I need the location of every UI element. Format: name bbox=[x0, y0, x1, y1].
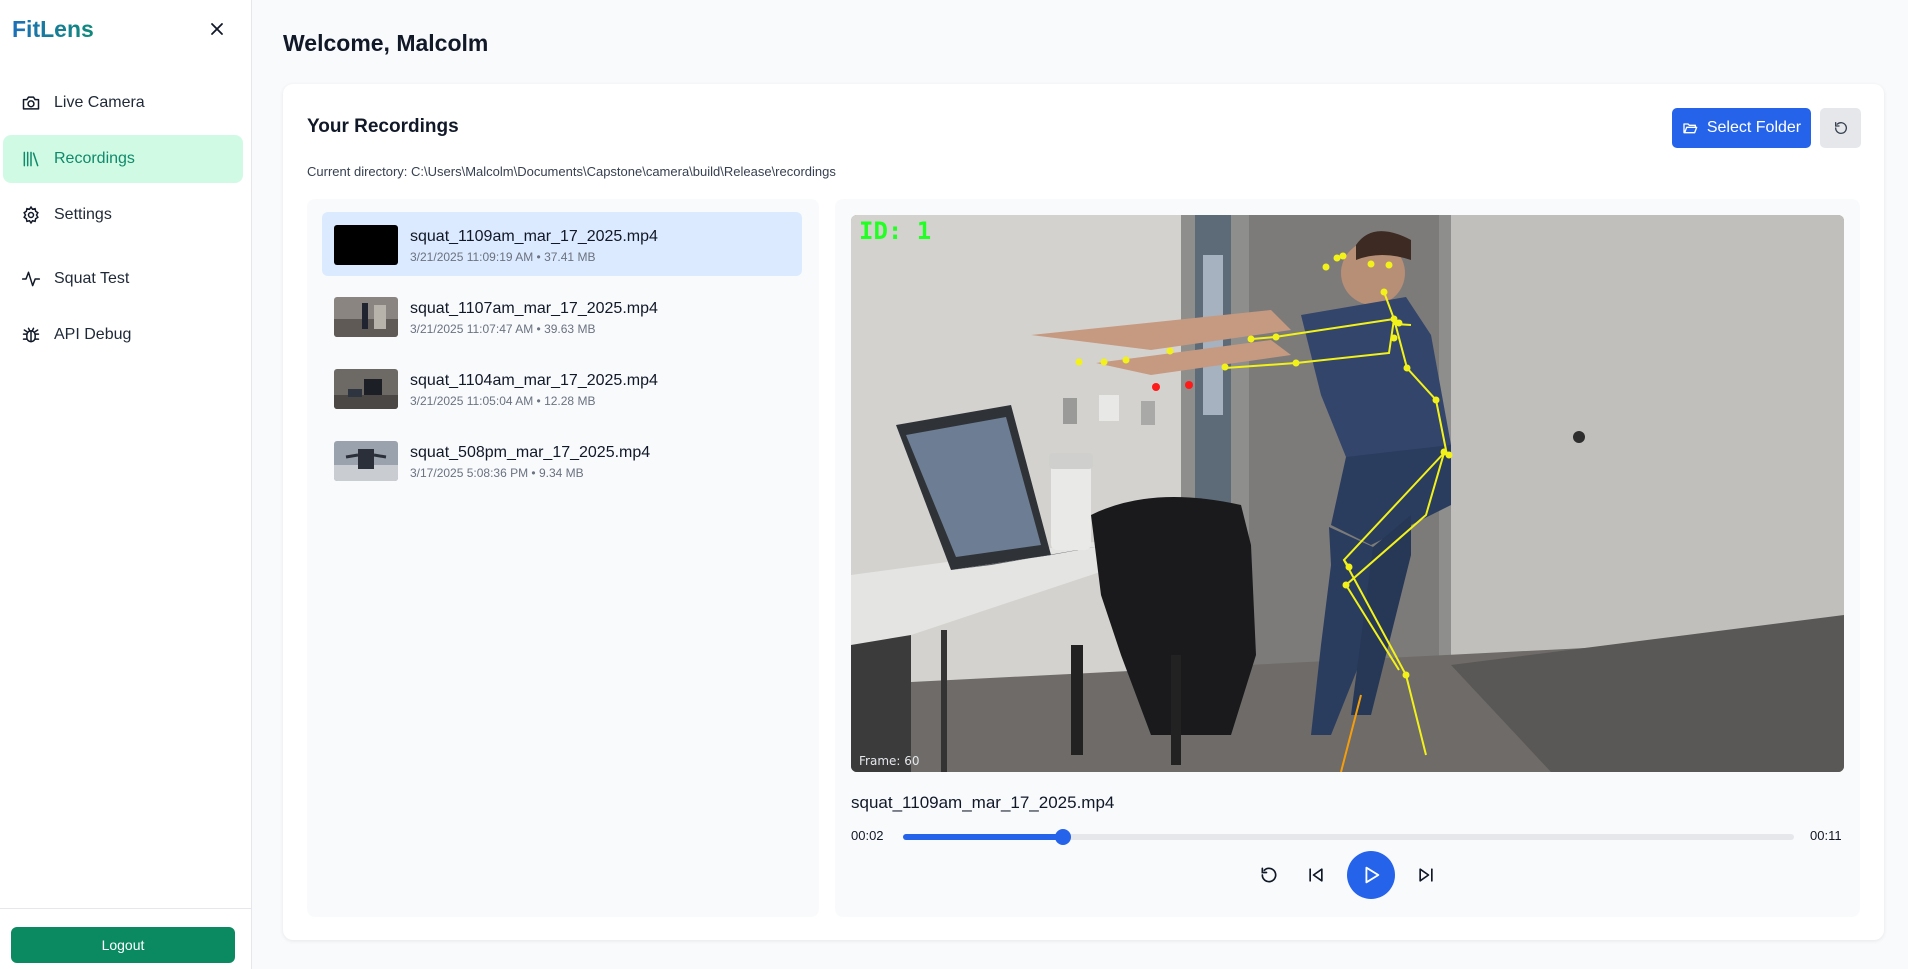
sidebar: FitLens Live Camera Recordings Settings … bbox=[0, 0, 252, 969]
logout-button[interactable]: Logout bbox=[11, 927, 235, 963]
close-sidebar-button[interactable] bbox=[202, 14, 232, 44]
sidebar-item-settings[interactable]: Settings bbox=[3, 191, 243, 239]
sidebar-item-recordings[interactable]: Recordings bbox=[3, 135, 243, 183]
bug-icon bbox=[20, 324, 42, 346]
sidebar-item-label: Live Camera bbox=[54, 94, 145, 111]
refresh-icon bbox=[1834, 122, 1847, 134]
video-display[interactable]: ID: 1 Frame: 60 bbox=[851, 215, 1844, 772]
current-directory: Current directory: C:\Users\Malcolm\Docu… bbox=[307, 164, 836, 179]
recording-name: squat_1104am_mar_17_2025.mp4 bbox=[410, 372, 658, 389]
sidebar-footer: Logout bbox=[0, 908, 251, 969]
library-icon bbox=[20, 148, 42, 170]
replay-icon bbox=[1261, 867, 1277, 883]
recording-meta: 3/21/2025 11:05:04 AM • 12.28 MB bbox=[410, 394, 596, 408]
list-item[interactable]: squat_1107am_mar_17_2025.mp4 3/21/2025 1… bbox=[322, 284, 802, 348]
sidebar-item-live-camera[interactable]: Live Camera bbox=[3, 79, 243, 127]
folder-open-icon bbox=[1682, 120, 1698, 136]
sidebar-item-label: Squat Test bbox=[54, 270, 130, 287]
video-overlay-frame: Frame: 60 bbox=[859, 754, 920, 768]
progress-handle[interactable] bbox=[1055, 829, 1072, 845]
camera-icon bbox=[20, 92, 42, 114]
sidebar-item-label: API Debug bbox=[54, 326, 132, 343]
video-frame-image bbox=[851, 215, 1844, 772]
previous-button[interactable] bbox=[1298, 857, 1334, 893]
next-button[interactable] bbox=[1408, 857, 1444, 893]
progress-fill bbox=[903, 834, 1064, 840]
activity-icon bbox=[20, 268, 42, 290]
video-thumbnail bbox=[334, 441, 398, 481]
app-brand: FitLens bbox=[12, 16, 94, 42]
list-item[interactable]: squat_1109am_mar_17_2025.mp4 3/21/2025 1… bbox=[322, 212, 802, 276]
select-folder-label: Select Folder bbox=[1706, 119, 1802, 136]
video-overlay-id: ID: 1 bbox=[859, 217, 932, 245]
recordings-title: Your Recordings bbox=[307, 116, 459, 137]
sidebar-item-label: Settings bbox=[54, 206, 112, 223]
sidebar-item-label: Recordings bbox=[54, 150, 135, 167]
time-current: 00:02 bbox=[851, 828, 884, 843]
recording-meta: 3/17/2025 5:08:36 PM • 9.34 MB bbox=[410, 466, 584, 480]
sidebar-item-api-debug[interactable]: API Debug bbox=[3, 311, 243, 359]
video-player: ID: 1 Frame: 60 squat_1109am_mar_17_2025… bbox=[835, 199, 1860, 917]
recording-name: squat_1107am_mar_17_2025.mp4 bbox=[410, 300, 658, 317]
select-folder-button[interactable]: Select Folder bbox=[1672, 108, 1811, 148]
video-thumbnail bbox=[334, 369, 398, 409]
refresh-button[interactable] bbox=[1820, 108, 1861, 148]
progress-bar[interactable] bbox=[903, 829, 1794, 845]
recordings-card: Your Recordings Select Folder Current di… bbox=[283, 84, 1884, 940]
now-playing-title: squat_1109am_mar_17_2025.mp4 bbox=[851, 793, 1115, 812]
list-item[interactable]: squat_508pm_mar_17_2025.mp4 3/17/2025 5:… bbox=[322, 428, 802, 492]
skip-back-icon bbox=[1309, 868, 1323, 882]
play-button[interactable] bbox=[1347, 851, 1395, 899]
play-icon bbox=[1365, 866, 1380, 884]
replay-button[interactable] bbox=[1251, 857, 1287, 893]
recording-name: squat_508pm_mar_17_2025.mp4 bbox=[410, 444, 651, 461]
recordings-list: squat_1109am_mar_17_2025.mp4 3/21/2025 1… bbox=[307, 199, 819, 917]
skip-forward-icon bbox=[1419, 868, 1433, 882]
list-item[interactable]: squat_1104am_mar_17_2025.mp4 3/21/2025 1… bbox=[322, 356, 802, 420]
close-icon bbox=[211, 23, 223, 35]
gear-icon bbox=[20, 204, 42, 226]
page-title: Welcome, Malcolm bbox=[283, 30, 489, 56]
video-thumbnail bbox=[334, 225, 398, 265]
recording-meta: 3/21/2025 11:07:47 AM • 39.63 MB bbox=[410, 322, 596, 336]
sidebar-item-squat-test[interactable]: Squat Test bbox=[3, 255, 243, 303]
recording-name: squat_1109am_mar_17_2025.mp4 bbox=[410, 228, 658, 245]
video-thumbnail bbox=[334, 297, 398, 337]
time-total: 00:11 bbox=[1810, 828, 1842, 843]
recording-meta: 3/21/2025 11:09:19 AM • 37.41 MB bbox=[410, 250, 596, 264]
